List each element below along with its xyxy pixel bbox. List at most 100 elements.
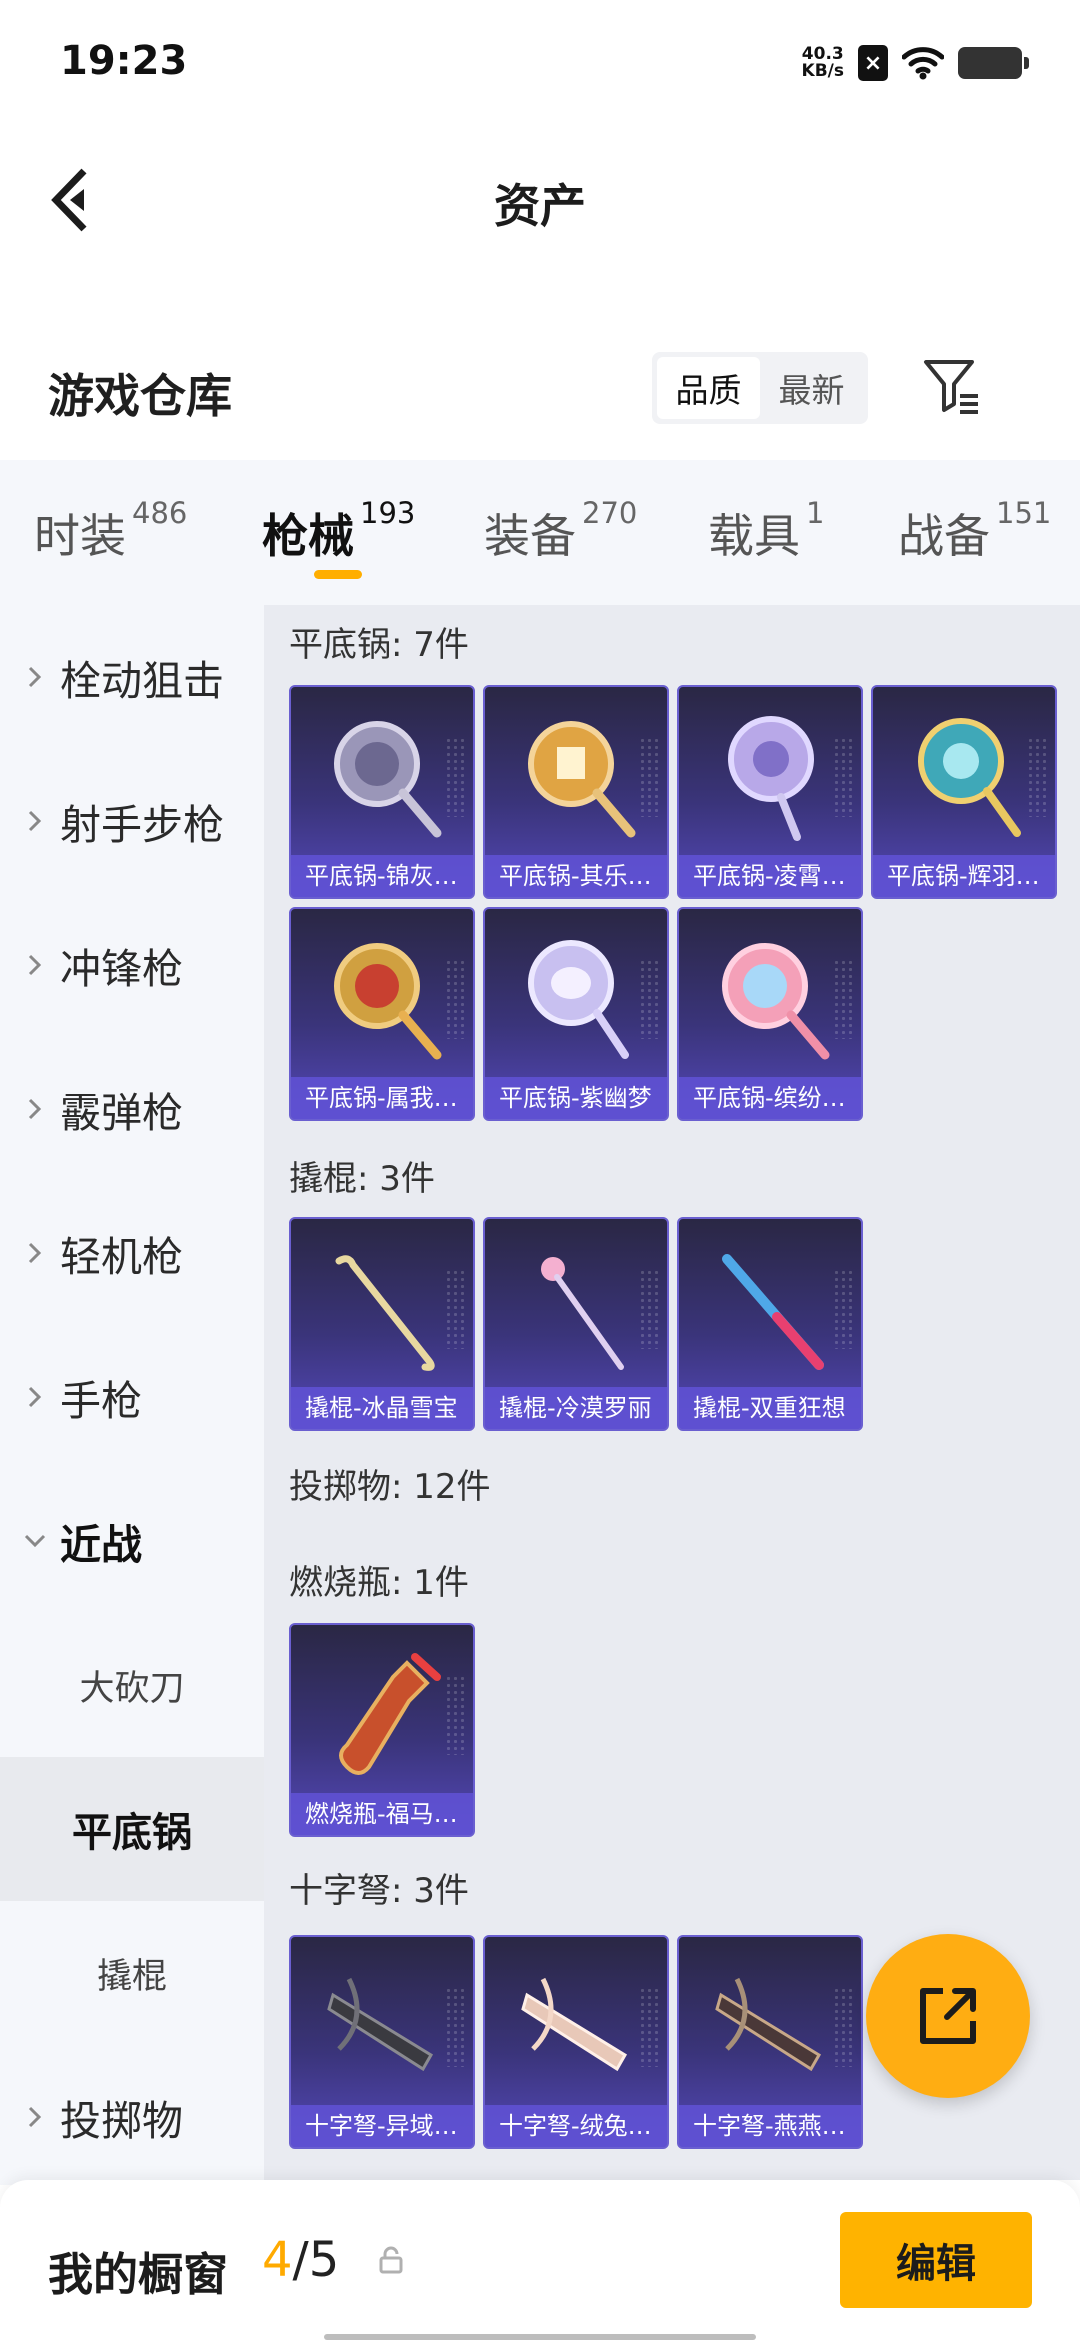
card-pattern [445, 1269, 467, 1349]
item-card[interactable]: 平底锅-其乐… [483, 685, 669, 899]
tab-count: 270 [582, 496, 638, 530]
item-card[interactable]: 平底锅-缤纷… [677, 907, 863, 1121]
item-card[interactable]: 撬棍-双重狂想 [677, 1217, 863, 1431]
sidebar-item-smg[interactable]: 冲锋枪 [0, 893, 264, 1037]
sidebar-item-lmg[interactable]: 轻机枪 [0, 1181, 264, 1325]
item-card[interactable]: 十字弩-绒兔… [483, 1935, 669, 2149]
crowbar-icon [335, 1255, 435, 1371]
wifi-icon [902, 47, 944, 80]
sidebar: 栓动狙击 射手步枪 冲锋枪 霰弹枪 轻机枪 手枪 近战 大砍刀 平底锅 撬棍 投… [0, 605, 264, 2185]
crossbow-icon [327, 1977, 434, 2072]
crossbow-icon [521, 1977, 628, 2072]
tab-label: 时装 [34, 509, 126, 563]
pan-icon [334, 721, 442, 838]
tab-count: 151 [996, 496, 1052, 530]
status-time: 19:23 [60, 38, 188, 84]
sidebar-item-melee[interactable]: 近战 [0, 1469, 264, 1613]
sidebar-item-label: 栓动狙击 [60, 657, 224, 705]
sidebar-item-label: 冲锋枪 [60, 945, 183, 993]
crossbow-icon [715, 1977, 822, 2072]
lock-icon [379, 2246, 403, 2274]
sort-newest-button[interactable]: 最新 [760, 357, 863, 419]
pan-icon [334, 943, 442, 1060]
card-pattern [445, 959, 467, 1039]
section-label: 投掷物: 12件 [289, 1467, 491, 1507]
card-pattern [1027, 737, 1049, 817]
sidebar-item-marksman-rifle[interactable]: 射手步枪 [0, 749, 264, 893]
tab-combat-gear[interactable]: 战备 151 [898, 496, 1051, 566]
tab-vehicles[interactable]: 载具 1 [708, 496, 824, 566]
home-indicator[interactable] [324, 2334, 756, 2340]
sidebar-subitem-machete[interactable]: 大砍刀 [0, 1613, 264, 1757]
tab-count: 193 [360, 496, 416, 530]
showcase-bar: 我的橱窗 4/5 编辑 [0, 2180, 1080, 2344]
sidebar-subitem-pan[interactable]: 平底锅 [0, 1757, 264, 1901]
chevron-right-icon [24, 1386, 46, 1408]
item-card[interactable]: 平底锅-紫幽梦 [483, 907, 669, 1121]
sidebar-item-shotgun[interactable]: 霰弹枪 [0, 1037, 264, 1181]
card-pattern [639, 1987, 661, 2067]
item-card-label: 撬棍-双重狂想 [679, 1387, 861, 1429]
item-card-label: 平底锅-凌霄… [679, 855, 861, 897]
share-button[interactable] [866, 1934, 1030, 2098]
filter-icon [924, 360, 978, 414]
sort-quality-button[interactable]: 品质 [657, 357, 760, 419]
item-card[interactable]: 燃烧瓶-福马… [289, 1623, 475, 1837]
network-speed: 40.3 KB/s [802, 46, 844, 80]
item-card-label: 平底锅-属我… [291, 1077, 473, 1119]
item-card[interactable]: 平底锅-属我… [289, 907, 475, 1121]
item-card[interactable]: 撬棍-冰晶雪宝 [289, 1217, 475, 1431]
tab-fashion[interactable]: 时装 486 [34, 496, 187, 566]
showcase-title: 我的橱窗 [48, 2248, 229, 2301]
item-card[interactable]: 十字弩-异域… [289, 1935, 475, 2149]
tab-firearms[interactable]: 枪械 193 [262, 496, 415, 566]
chevron-right-icon [24, 2106, 46, 2128]
sidebar-item-pistol[interactable]: 手枪 [0, 1325, 264, 1469]
net-speed-unit: KB/s [801, 61, 844, 81]
item-card[interactable]: 平底锅-凌霄… [677, 685, 863, 899]
item-card[interactable]: 撬棍-冷漠罗丽 [483, 1217, 669, 1431]
chevron-right-icon [24, 1098, 46, 1120]
chevron-right-icon [24, 954, 46, 976]
warehouse-header: 游戏仓库 品质 最新 [0, 330, 1080, 450]
pan-icon [722, 943, 830, 1060]
no-sim-icon: × [858, 45, 888, 81]
tab-equipment[interactable]: 装备 270 [484, 496, 637, 566]
page-title: 资产 [494, 179, 586, 233]
active-tab-indicator [314, 570, 362, 579]
sidebar-item-throwables[interactable]: 投掷物 [0, 2045, 264, 2189]
sidebar-subitem-crowbar[interactable]: 撬棍 [0, 1901, 264, 2045]
warehouse-title: 游戏仓库 [48, 369, 232, 423]
tab-label: 战备 [898, 509, 990, 563]
pan-icon [918, 718, 1021, 837]
item-card[interactable]: 十字弩-燕燕… [677, 1935, 863, 2149]
item-card-label: 平底锅-锦灰… [291, 855, 473, 897]
section-label: 平底锅: 7件 [289, 625, 469, 665]
item-card[interactable]: 平底锅-锦灰… [289, 685, 475, 899]
item-card-label: 撬棍-冰晶雪宝 [291, 1387, 473, 1429]
item-card-label: 平底锅-紫幽梦 [485, 1077, 667, 1119]
item-card-label: 十字弩-绒兔… [485, 2105, 667, 2147]
sidebar-item-label: 手枪 [60, 1377, 142, 1425]
tab-label: 枪械 [262, 509, 354, 563]
status-bar: 19:23 40.3 KB/s × [0, 0, 1080, 120]
showcase-count-total: /5 [292, 2232, 340, 2288]
sidebar-item-label: 射手步枪 [60, 801, 224, 849]
item-card-label: 十字弩-异域… [291, 2105, 473, 2147]
share-icon [920, 1988, 976, 2044]
pan-icon [528, 721, 636, 838]
pan-icon [528, 940, 629, 1059]
filter-button[interactable] [920, 354, 990, 424]
nav-bar: 资产 [0, 130, 1080, 270]
card-pattern [833, 959, 855, 1039]
tab-count: 486 [132, 496, 188, 530]
item-card-label: 平底锅-辉羽… [873, 855, 1055, 897]
item-card[interactable]: 平底锅-辉羽… [871, 685, 1057, 899]
section-label: 燃烧瓶: 1件 [289, 1563, 469, 1603]
card-pattern [639, 737, 661, 817]
chevron-right-icon [24, 666, 46, 688]
sidebar-item-bolt-sniper[interactable]: 栓动狙击 [0, 605, 264, 749]
chevron-right-icon [24, 810, 46, 832]
card-pattern [639, 1269, 661, 1349]
edit-button[interactable]: 编辑 [840, 2212, 1032, 2308]
